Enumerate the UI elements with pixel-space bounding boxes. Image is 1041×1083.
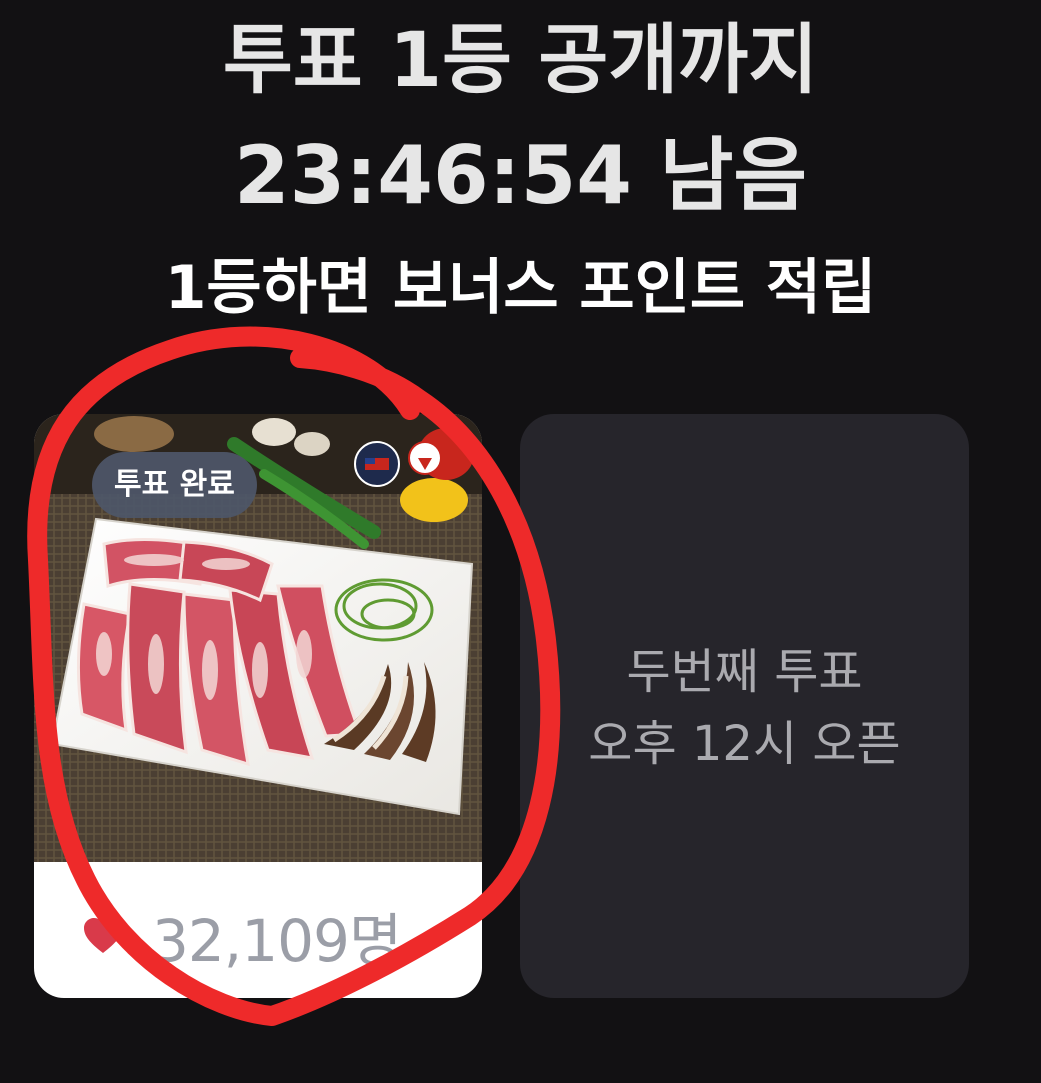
second-vote-card: 두번째 투표 오후 12시 오픈 bbox=[520, 414, 969, 998]
vote-complete-badge: 투표 완료 bbox=[92, 452, 257, 518]
heart-icon bbox=[84, 918, 122, 953]
vote-card-beef[interactable]: 투표 완료 32,109명 bbox=[34, 414, 482, 998]
countdown-timer: 23:46:54 남음 bbox=[233, 129, 808, 222]
vote-count: 32,109명 bbox=[152, 907, 402, 975]
vote-count-row: 32,109명 bbox=[82, 900, 402, 975]
second-vote-title: 두번째 투표 bbox=[626, 644, 863, 700]
bonus-subtitle: 1등하면 보너스 포인트 적립 bbox=[164, 253, 877, 323]
vote-screen: 투표 1등 공개까지 23:46:54 남음 1등하면 보너스 포인트 적립 투… bbox=[0, 0, 1041, 1083]
reveal-title: 투표 1등 공개까지 bbox=[222, 15, 819, 104]
second-vote-open-time: 오후 12시 오픈 bbox=[588, 716, 901, 772]
second-vote-message: 두번째 투표 오후 12시 오픈 bbox=[520, 636, 969, 780]
